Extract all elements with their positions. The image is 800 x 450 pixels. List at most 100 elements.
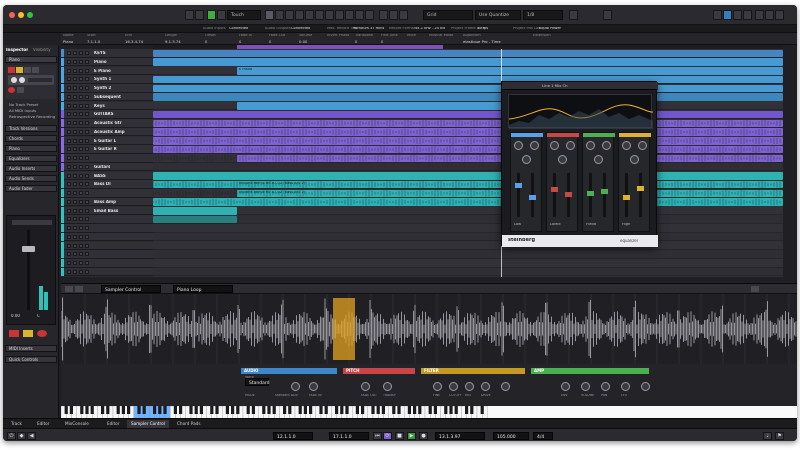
sampler-knob[interactable]	[641, 382, 650, 391]
sampler-knob[interactable]	[561, 382, 570, 391]
inspector-tab[interactable]: Inspector	[6, 48, 28, 52]
solo-toggle[interactable]	[79, 269, 83, 274]
track-lane[interactable]	[153, 259, 783, 268]
close-window-icon[interactable]	[9, 12, 15, 18]
solo-toggle[interactable]	[79, 129, 83, 134]
autoscroll-icon[interactable]	[379, 10, 388, 20]
freq-knob[interactable]	[530, 141, 539, 150]
band-fader-handle[interactable]	[551, 187, 558, 192]
stop-icon[interactable]: ■	[395, 432, 404, 440]
black-key[interactable]	[454, 406, 458, 414]
right-zone-icon[interactable]	[743, 10, 752, 20]
retrospective-recording-label[interactable]: Retrospective Recording	[9, 115, 55, 119]
track-expand-icon[interactable]	[67, 59, 71, 64]
solo-toggle[interactable]	[79, 208, 83, 213]
mute-toggle[interactable]	[73, 68, 77, 73]
black-key[interactable]	[319, 406, 323, 414]
gain-knob[interactable]	[550, 141, 559, 150]
snap-to-zero-icon[interactable]	[399, 10, 408, 20]
plugin-title-bar[interactable]: Line 1 Mix Ch	[502, 82, 658, 90]
track-lane[interactable]	[153, 232, 783, 242]
black-key[interactable]	[465, 406, 469, 414]
mute-toggle[interactable]	[73, 94, 77, 99]
solo-button[interactable]	[16, 67, 23, 73]
zoom-window-icon[interactable]	[27, 12, 33, 18]
mute-toggle[interactable]	[73, 138, 77, 143]
black-key[interactable]	[225, 406, 229, 414]
mute-toggle[interactable]	[73, 217, 77, 222]
black-key[interactable]	[324, 406, 328, 414]
sampler-knob[interactable]	[481, 382, 490, 391]
lower-zone-tab-5[interactable]: Chord Pads	[173, 420, 205, 428]
constrain-delay-button[interactable]	[207, 10, 216, 20]
info-value[interactable]: 0	[205, 40, 207, 44]
solo-toggle[interactable]	[79, 103, 83, 108]
track-lane[interactable]	[153, 224, 783, 233]
black-key[interactable]	[376, 406, 380, 414]
solo-toggle[interactable]	[79, 243, 83, 248]
track-expand-icon[interactable]	[67, 164, 71, 169]
q-knob[interactable]	[594, 155, 603, 164]
lower-zone-tab-0[interactable]: Track	[7, 420, 26, 428]
record-toggle[interactable]	[85, 217, 89, 222]
track-header[interactable]: GUITARS	[61, 110, 153, 119]
mute-toggle[interactable]	[73, 86, 77, 90]
track-expand-icon[interactable]	[67, 252, 71, 257]
record-toggle[interactable]	[85, 86, 89, 90]
mute-toggle[interactable]	[73, 234, 77, 239]
solo-toggle[interactable]	[79, 234, 83, 239]
color-picker-icon[interactable]	[603, 10, 612, 20]
band-fader-handle[interactable]	[529, 195, 536, 200]
track-header[interactable]	[61, 250, 153, 259]
left-locator-display[interactable]: 12.1.1.0	[273, 432, 313, 440]
mute-toggle[interactable]	[73, 164, 77, 169]
mute-tool-icon[interactable]	[325, 10, 334, 20]
inspector-section-audio-sends[interactable]: Audio Sends	[5, 175, 57, 182]
solo-toggle[interactable]	[79, 191, 83, 195]
track-expand-icon[interactable]	[67, 261, 71, 265]
sampler-knob[interactable]	[309, 382, 318, 391]
black-key[interactable]	[69, 406, 73, 414]
band-fader-handle[interactable]	[601, 189, 608, 194]
track-header[interactable]: Subsequent	[61, 92, 153, 102]
record-toggle[interactable]	[85, 173, 89, 178]
mute-toggle[interactable]	[73, 199, 77, 204]
inspector-solo-button[interactable]	[23, 330, 33, 337]
solo-toggle[interactable]	[79, 173, 83, 178]
cycle-icon[interactable]: ⟳	[383, 432, 392, 440]
track-expand-icon[interactable]	[67, 94, 71, 99]
mute-toggle[interactable]	[73, 156, 77, 160]
midi-input-label[interactable]: All MIDI Inputs	[9, 109, 36, 113]
inspector-record-button[interactable]	[37, 330, 47, 337]
solo-toggle[interactable]	[79, 164, 83, 169]
freq-knob[interactable]	[602, 141, 611, 150]
black-key[interactable]	[137, 406, 141, 414]
track-expand-icon[interactable]	[67, 226, 71, 230]
track-header[interactable]	[61, 189, 153, 198]
black-key[interactable]	[106, 406, 110, 414]
mute-toggle[interactable]	[73, 191, 77, 195]
mute-toggle[interactable]	[73, 182, 77, 187]
band-fader-handle[interactable]	[515, 183, 522, 188]
audio-event[interactable]	[153, 198, 783, 206]
punch-in-icon[interactable]: ◀	[27, 432, 36, 440]
black-key[interactable]	[80, 406, 84, 414]
audio-event[interactable]	[153, 128, 783, 136]
record-toggle[interactable]	[85, 112, 89, 117]
track-expand-icon[interactable]	[67, 191, 71, 195]
black-key[interactable]	[116, 406, 120, 414]
audio-event[interactable]	[153, 58, 783, 66]
record-toggle[interactable]	[85, 68, 89, 73]
monitor-button[interactable]	[17, 87, 24, 93]
window-layout-icon[interactable]	[713, 10, 722, 20]
solo-toggle[interactable]	[79, 94, 83, 99]
mute-toggle[interactable]	[73, 173, 77, 178]
solo-toggle[interactable]	[79, 156, 83, 160]
track-header[interactable]	[61, 241, 153, 251]
lower-zone-icon[interactable]	[733, 10, 742, 20]
record-toggle[interactable]	[85, 77, 89, 82]
track-header[interactable]	[61, 215, 153, 224]
black-key[interactable]	[355, 406, 359, 414]
black-key[interactable]	[288, 406, 292, 414]
automation-mode-icon[interactable]	[217, 10, 226, 20]
